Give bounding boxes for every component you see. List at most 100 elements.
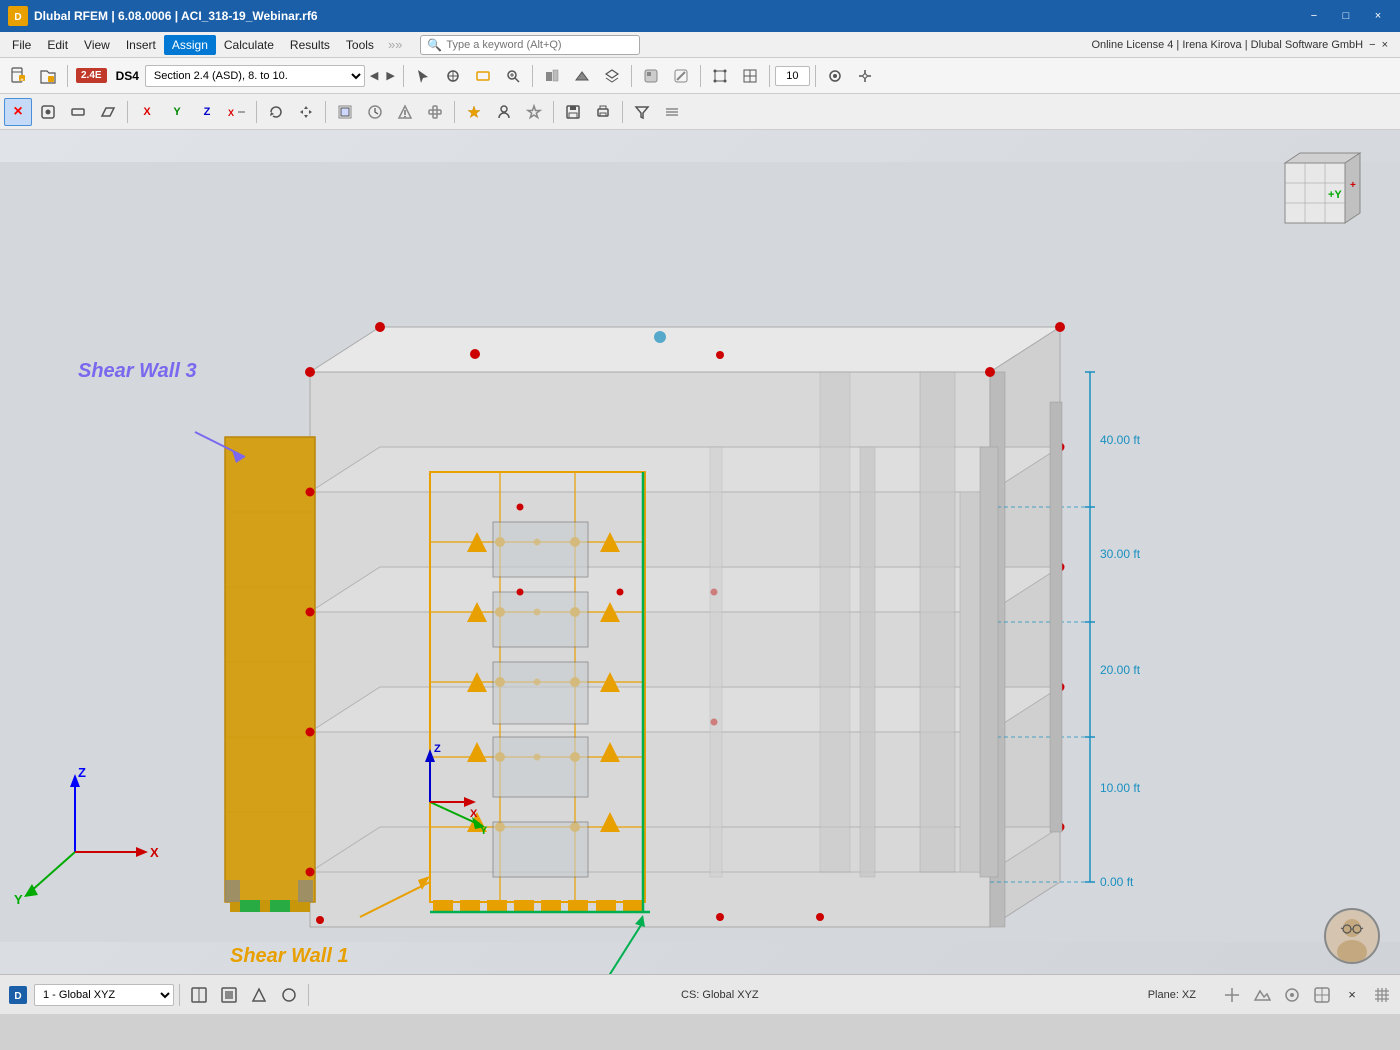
svg-text:Y: Y — [480, 825, 488, 837]
sb-view-icon4[interactable] — [1308, 981, 1336, 1009]
tb-axis-x[interactable]: X — [133, 98, 161, 126]
tb-tool3[interactable] — [391, 98, 419, 126]
section-select[interactable]: Section 2.4 (ASD), 8. to 10. — [145, 65, 365, 87]
svg-text:20.00 ft: 20.00 ft — [1100, 663, 1141, 677]
close-button[interactable]: × — [1364, 6, 1392, 26]
tb-file-new[interactable]: + — [4, 62, 32, 90]
tb-cancel[interactable]: × — [4, 98, 32, 126]
section-prev[interactable]: ◀ — [367, 67, 381, 84]
tb-tool2[interactable] — [361, 98, 389, 126]
sb-icon4[interactable] — [245, 981, 273, 1009]
svg-text:X: X — [150, 845, 159, 860]
tb-mesh2[interactable] — [736, 62, 764, 90]
svg-text:D: D — [14, 991, 21, 1002]
tb-person[interactable] — [490, 98, 518, 126]
svg-text:30.00 ft: 30.00 ft — [1100, 547, 1141, 561]
sep-t2-5 — [553, 101, 554, 123]
sep1 — [67, 65, 68, 87]
menu-calculate[interactable]: Calculate — [216, 35, 282, 55]
menu-edit[interactable]: Edit — [39, 35, 76, 55]
svg-text:X: X — [228, 108, 234, 118]
license-minimize[interactable]: − — [1369, 39, 1375, 51]
cs-select[interactable]: 1 - Global XYZ — [34, 984, 174, 1006]
sb-view-icon1[interactable] — [1218, 981, 1246, 1009]
search-input[interactable] — [446, 39, 626, 51]
section-next[interactable]: ▶ — [383, 67, 397, 84]
tb-snap1[interactable] — [821, 62, 849, 90]
cube-navigator[interactable]: +Y + — [1270, 148, 1370, 248]
menu-file[interactable]: File — [4, 35, 39, 55]
tb-rotate[interactable] — [262, 98, 290, 126]
menu-view[interactable]: View — [76, 35, 118, 55]
tb-view2[interactable] — [568, 62, 596, 90]
tb-move[interactable] — [292, 98, 320, 126]
tb-member[interactable] — [64, 98, 92, 126]
sb-grid-icon1[interactable] — [1368, 981, 1396, 1009]
sb-icon5[interactable] — [275, 981, 303, 1009]
tb-shade1[interactable] — [637, 62, 665, 90]
tb-file-open[interactable] — [34, 62, 62, 90]
menu-tools[interactable]: Tools — [338, 35, 382, 55]
section-label: DS4 — [116, 69, 139, 83]
tb-transform1[interactable] — [439, 62, 467, 90]
svg-text:10.00 ft: 10.00 ft — [1100, 781, 1141, 795]
tb-zoom[interactable] — [499, 62, 527, 90]
num-input[interactable]: 10 — [775, 66, 810, 86]
tb-shade2[interactable] — [667, 62, 695, 90]
sep7 — [815, 65, 816, 87]
svg-text:0.00 ft: 0.00 ft — [1100, 875, 1134, 889]
menu-results[interactable]: Results — [282, 35, 338, 55]
svg-text:40.00 ft: 40.00 ft — [1100, 433, 1141, 447]
svg-text:Shear Wall 1: Shear Wall 1 — [230, 945, 349, 967]
tb-axis-x2[interactable]: X — [223, 98, 251, 126]
svg-text:Z: Z — [434, 743, 441, 755]
avatar[interactable] — [1324, 908, 1380, 964]
sep-t2-3 — [325, 101, 326, 123]
tb-layers[interactable] — [598, 62, 626, 90]
window-controls: − □ × — [1300, 6, 1392, 26]
tb-mesh1[interactable] — [706, 62, 734, 90]
svg-text:Z: Z — [78, 765, 86, 780]
menu-bar: File Edit View Insert Assign Calculate R… — [0, 32, 1400, 58]
status-bar: D 1 - Global XYZ CS: Global XYZ Plane: X… — [0, 974, 1400, 1014]
sb-icon2[interactable] — [185, 981, 213, 1009]
tb-tool4[interactable] — [421, 98, 449, 126]
sb-icon3[interactable] — [215, 981, 243, 1009]
tb-transform2[interactable] — [469, 62, 497, 90]
svg-text:Y: Y — [14, 892, 23, 907]
tb-save[interactable] — [559, 98, 587, 126]
scene: Z Y X Z Y X — [0, 130, 1400, 974]
svg-text:D: D — [14, 12, 21, 23]
svg-text:Shear Wall 3: Shear Wall 3 — [78, 360, 197, 382]
tb-star[interactable] — [460, 98, 488, 126]
tb-axis-z[interactable]: Z — [193, 98, 221, 126]
sep-t2-1 — [127, 101, 128, 123]
tb-cursor[interactable] — [409, 62, 437, 90]
license-text: Online License 4 | Irena Kirova | Dlubal… — [1091, 39, 1363, 51]
main-viewport[interactable]: Z Y X Z Y X — [0, 130, 1400, 974]
sb-view-icon5[interactable]: × — [1338, 981, 1366, 1009]
tb-print[interactable] — [589, 98, 617, 126]
tb-axis-y[interactable]: Y — [163, 98, 191, 126]
minimize-button[interactable]: − — [1300, 6, 1328, 26]
sep-t2-6 — [622, 101, 623, 123]
menu-insert[interactable]: Insert — [118, 35, 164, 55]
tb-filter[interactable] — [628, 98, 656, 126]
title-bar: D Dlubal RFEM | 6.08.0006 | ACI_318-19_W… — [0, 0, 1400, 32]
tb-node[interactable] — [34, 98, 62, 126]
sb-sep2 — [308, 984, 309, 1006]
sb-sep1 — [179, 984, 180, 1006]
menu-assign[interactable]: Assign — [164, 35, 216, 55]
cs-status: CS: Global XYZ — [314, 989, 1126, 1001]
tb-surface[interactable] — [94, 98, 122, 126]
tb-snap2[interactable] — [851, 62, 879, 90]
sb-view-icon2[interactable] — [1248, 981, 1276, 1009]
sb-icon1[interactable]: D — [4, 981, 32, 1009]
tb-grid-toggle[interactable] — [658, 98, 686, 126]
sb-view-icon3[interactable] — [1278, 981, 1306, 1009]
tb-tool1[interactable] — [331, 98, 359, 126]
license-close[interactable]: × — [1382, 39, 1388, 51]
tb-star2[interactable] — [520, 98, 548, 126]
tb-view1[interactable] — [538, 62, 566, 90]
maximize-button[interactable]: □ — [1332, 6, 1360, 26]
